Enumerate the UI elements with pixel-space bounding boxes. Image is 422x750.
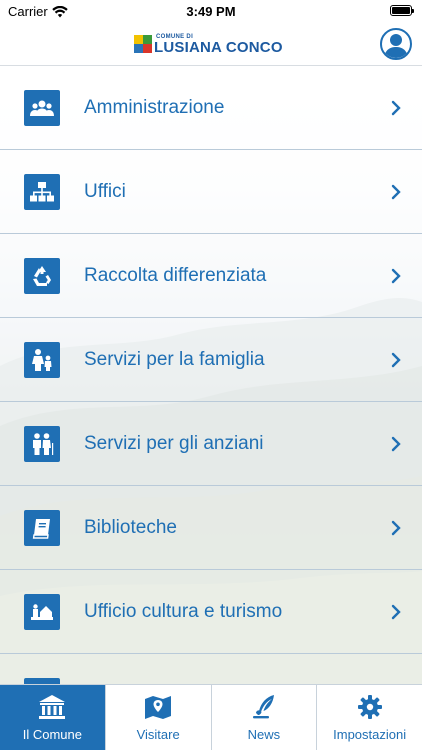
logo-title: LUSIANA CONCO: [154, 38, 283, 56]
org-chart-icon: [24, 173, 60, 210]
menu-item-raccolta-differenziata[interactable]: Raccolta differenziata: [0, 234, 422, 318]
culture-tourism-icon: [24, 593, 60, 630]
menu-item-label: Raccolta differenziata: [84, 264, 267, 286]
battery-icon: [390, 5, 414, 16]
menu-item-cultura-turismo[interactable]: Ufficio cultura e turismo: [0, 570, 422, 654]
family-icon: [24, 341, 60, 378]
tab-label: Il Comune: [22, 727, 82, 742]
menu-item-label: Ufficio cultura e turismo: [84, 600, 283, 622]
menu-item-servizi-anziani[interactable]: Servizi per gli anziani: [0, 402, 422, 486]
user-profile-button[interactable]: [380, 28, 412, 60]
menu-item-label: Amministrazione: [84, 96, 225, 118]
main-menu: Amministrazione Uffici Raccolta differen…: [0, 66, 422, 684]
status-bar: Carrier 3:49 PM: [0, 0, 422, 22]
quill-pen-icon: [250, 693, 278, 721]
tab-il-comune[interactable]: Il Comune: [0, 685, 106, 750]
chevron-right-icon: [391, 604, 401, 619]
book-icon: [24, 509, 60, 546]
menu-item-label: Servizi per la famiglia: [84, 348, 265, 370]
menu-item-label: Servizi per gli anziani: [84, 432, 264, 454]
menu-item-label: Biblioteche: [84, 516, 177, 538]
people-group-icon: [24, 89, 60, 126]
town-hall-icon: [38, 693, 66, 721]
tab-news[interactable]: News: [212, 685, 318, 750]
gear-icon: [356, 693, 384, 721]
elderly-couple-icon: [24, 425, 60, 462]
tab-label: Visitare: [136, 727, 180, 742]
municipality-logo: COMUNE DI LUSIANA CONCO: [134, 32, 283, 56]
chevron-right-icon: [391, 352, 401, 367]
tab-bar: Il Comune Visitare News Impostazioni: [0, 684, 422, 750]
user-profile-icon: [384, 34, 408, 58]
map-icon: [144, 693, 172, 721]
chevron-right-icon: [391, 184, 401, 199]
tab-impostazioni[interactable]: Impostazioni: [317, 685, 422, 750]
menu-item-partial[interactable]: [0, 654, 422, 684]
menu-item-servizi-famiglia[interactable]: Servizi per la famiglia: [0, 318, 422, 402]
logo-mark-icon: [134, 35, 152, 53]
chevron-right-icon: [391, 100, 401, 115]
chevron-right-icon: [391, 436, 401, 451]
menu-item-biblioteche[interactable]: Biblioteche: [0, 486, 422, 570]
tab-label: Impostazioni: [333, 727, 407, 742]
menu-item-label: Uffici: [84, 180, 126, 202]
recycle-icon: [24, 257, 60, 294]
menu-item-uffici[interactable]: Uffici: [0, 150, 422, 234]
tab-visitare[interactable]: Visitare: [106, 685, 212, 750]
menu-item-amministrazione[interactable]: Amministrazione: [0, 66, 422, 150]
chevron-right-icon: [391, 268, 401, 283]
navigation-bar: COMUNE DI LUSIANA CONCO: [0, 22, 422, 66]
tab-label: News: [247, 727, 281, 742]
status-time: 3:49 PM: [186, 4, 236, 19]
chevron-right-icon: [391, 520, 401, 535]
